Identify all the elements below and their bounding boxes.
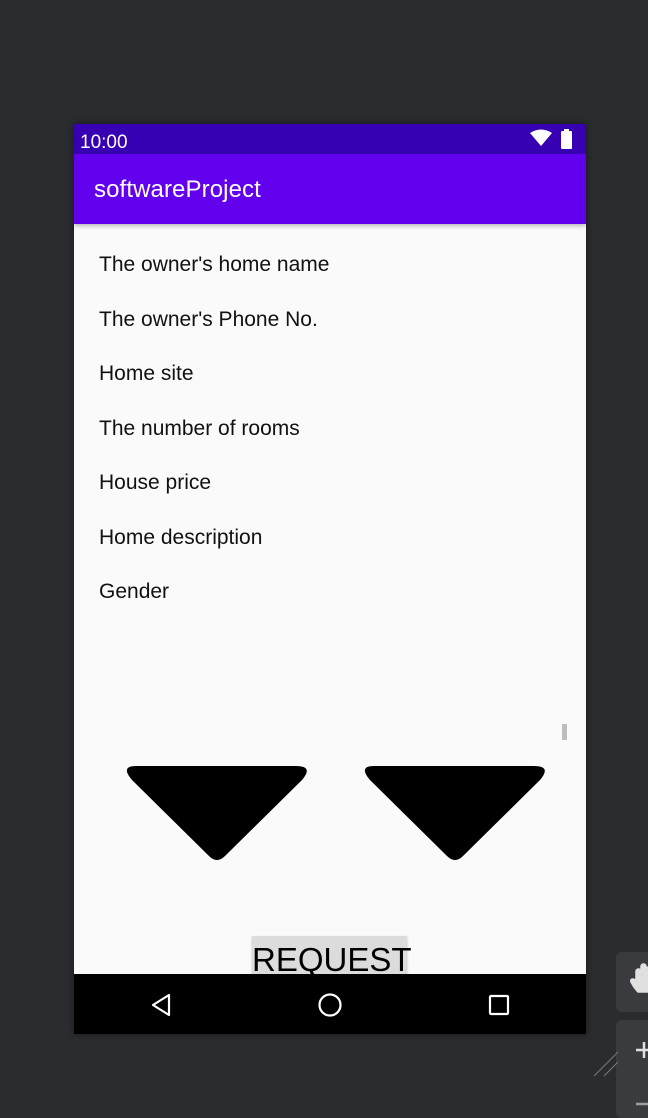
hand-icon bbox=[630, 963, 648, 993]
gender-label: Gender bbox=[99, 580, 170, 603]
recents-button[interactable] bbox=[484, 990, 514, 1020]
status-icons bbox=[530, 129, 572, 149]
zoom-out-icon[interactable] bbox=[632, 1092, 648, 1116]
emulator-pan-button[interactable] bbox=[616, 952, 648, 1012]
spinner-left[interactable] bbox=[122, 764, 312, 872]
back-icon bbox=[151, 993, 171, 1017]
status-bar: 10:00 bbox=[74, 124, 586, 154]
dropdown-triangle-icon bbox=[364, 766, 545, 860]
app-title: softwareProject bbox=[94, 176, 261, 203]
back-button[interactable] bbox=[147, 990, 177, 1020]
phone-screen: 10:00 softwareProject The owner's home n… bbox=[74, 124, 586, 1034]
home-site-label: Home site bbox=[99, 362, 194, 385]
status-time: 10:00 bbox=[80, 132, 128, 153]
dropdown-triangle-icon bbox=[126, 766, 307, 860]
scrollbar[interactable] bbox=[562, 724, 567, 740]
rooms-label: The number of rooms bbox=[99, 417, 300, 440]
home-name-label: The owner's home name bbox=[99, 253, 330, 276]
resize-handle-icon[interactable] bbox=[592, 1048, 622, 1078]
phone-number-label: The owner's Phone No. bbox=[99, 308, 318, 331]
house-price-label: House price bbox=[99, 471, 212, 494]
recents-icon bbox=[488, 994, 510, 1016]
home-button[interactable] bbox=[315, 990, 345, 1020]
wifi-icon bbox=[530, 129, 552, 146]
home-icon bbox=[318, 993, 342, 1017]
spinner-right[interactable] bbox=[360, 764, 550, 872]
navigation-bar bbox=[74, 974, 586, 1034]
form-content: The owner's home name The owner's Phone … bbox=[74, 224, 586, 984]
zoom-in-icon[interactable] bbox=[632, 1038, 648, 1062]
battery-icon bbox=[561, 129, 572, 149]
app-bar: softwareProject bbox=[74, 154, 586, 224]
home-description-label: Home description bbox=[99, 526, 263, 549]
